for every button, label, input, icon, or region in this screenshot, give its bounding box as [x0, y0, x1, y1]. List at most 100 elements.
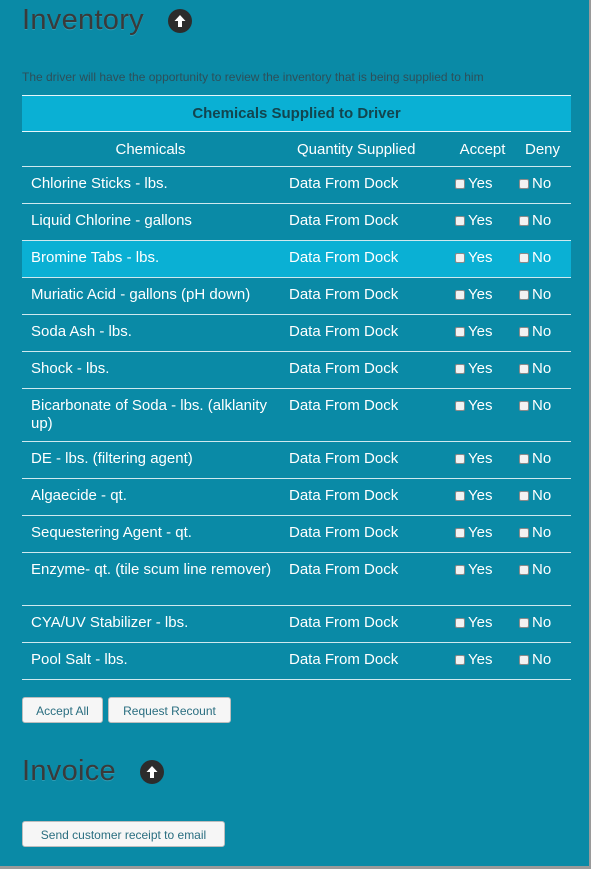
- quantity-supplied: Data From Dock: [279, 552, 451, 606]
- deny-checkbox[interactable]: No: [519, 651, 551, 668]
- deny-checkbox[interactable]: No: [519, 212, 551, 229]
- table-row: Chlorine Sticks - lbs. Data From Dock Yes N…: [22, 166, 572, 204]
- send-receipt-button[interactable]: Send customer receipt to email: [22, 821, 225, 847]
- checkbox-icon[interactable]: [519, 654, 529, 665]
- accept-checkbox[interactable]: Yes: [455, 212, 492, 229]
- deny-checkbox[interactable]: No: [519, 450, 551, 467]
- quantity-supplied: Data From Dock: [279, 388, 451, 442]
- checkbox-icon[interactable]: [455, 527, 465, 538]
- deny-label: No: [532, 323, 552, 340]
- accept-checkbox[interactable]: Yes: [455, 175, 492, 192]
- table-row: DE - lbs. (filtering agent) Data From Doc…: [22, 441, 572, 479]
- checkbox-icon[interactable]: [519, 564, 529, 575]
- checkbox-icon[interactable]: [455, 453, 465, 464]
- checkbox-icon[interactable]: [519, 453, 529, 464]
- table-caption: Chemicals Supplied to Driver: [22, 95, 572, 132]
- checkbox-icon[interactable]: [455, 289, 465, 300]
- checkbox-icon[interactable]: [455, 490, 465, 501]
- deny-checkbox[interactable]: No: [519, 286, 551, 303]
- inventory-header: Inventory: [22, 4, 192, 37]
- table-row: Liquid Chlorine - gallons Data From Dock Y…: [22, 203, 572, 241]
- deny-checkbox[interactable]: No: [519, 397, 551, 414]
- checkbox-icon[interactable]: [519, 527, 529, 538]
- checkbox-icon[interactable]: [519, 289, 529, 300]
- accept-checkbox[interactable]: Yes: [455, 323, 492, 340]
- table-row: Sequestering Agent - qt. Data From Dock Ye…: [22, 515, 572, 553]
- checkbox-icon[interactable]: [455, 363, 465, 374]
- deny-checkbox[interactable]: No: [519, 561, 551, 578]
- accept-label: Yes: [468, 397, 493, 414]
- checkbox-icon[interactable]: [519, 363, 529, 374]
- quantity-supplied: Data From Dock: [279, 478, 451, 516]
- accept-checkbox[interactable]: Yes: [455, 286, 492, 303]
- deny-checkbox[interactable]: No: [519, 175, 551, 192]
- accept-label: Yes: [468, 487, 493, 504]
- accept-checkbox[interactable]: Yes: [455, 360, 492, 377]
- arrow-up-circle-icon[interactable]: [140, 759, 164, 784]
- checkbox-icon[interactable]: [455, 178, 465, 189]
- quantity-supplied: Data From Dock: [279, 277, 451, 315]
- chemical-name: Sequestering Agent - qt.: [22, 515, 279, 553]
- deny-label: No: [532, 487, 552, 504]
- deny-checkbox[interactable]: No: [519, 524, 551, 541]
- table-row: Soda Ash - lbs. Data From Dock Yes No: [22, 314, 572, 352]
- accept-label: Yes: [468, 450, 493, 467]
- checkbox-icon[interactable]: [455, 252, 465, 263]
- chemical-name: DE - lbs. (filtering agent): [22, 441, 279, 479]
- checkbox-icon[interactable]: [455, 564, 465, 575]
- deny-label: No: [532, 175, 552, 192]
- checkbox-icon[interactable]: [519, 400, 529, 411]
- accept-checkbox[interactable]: Yes: [455, 487, 492, 504]
- checkbox-icon[interactable]: [519, 326, 529, 337]
- arrow-up-circle-icon[interactable]: [168, 8, 192, 33]
- accept-checkbox[interactable]: Yes: [455, 614, 492, 631]
- checkbox-icon[interactable]: [455, 400, 465, 411]
- deny-checkbox[interactable]: No: [519, 323, 551, 340]
- accept-label: Yes: [468, 249, 493, 266]
- accept-checkbox[interactable]: Yes: [455, 450, 492, 467]
- column-header-chemicals: Chemicals: [22, 131, 279, 167]
- accept-all-button[interactable]: Accept All: [22, 697, 103, 723]
- accept-checkbox[interactable]: Yes: [455, 397, 492, 414]
- checkbox-icon[interactable]: [519, 215, 529, 226]
- accept-label: Yes: [468, 651, 493, 668]
- accept-checkbox[interactable]: Yes: [455, 249, 492, 266]
- checkbox-icon[interactable]: [519, 178, 529, 189]
- deny-label: No: [532, 397, 552, 414]
- chemical-name: Enzyme- qt. (tile scum line remover): [22, 552, 279, 606]
- checkbox-icon[interactable]: [455, 654, 465, 665]
- accept-checkbox[interactable]: Yes: [455, 651, 492, 668]
- checkbox-icon[interactable]: [519, 617, 529, 628]
- checkbox-icon[interactable]: [455, 617, 465, 628]
- deny-checkbox[interactable]: No: [519, 487, 551, 504]
- quantity-supplied: Data From Dock: [279, 642, 451, 680]
- inventory-description: The driver will have the opportunity to …: [22, 70, 484, 84]
- chemical-name: Soda Ash - lbs.: [22, 314, 279, 352]
- quantity-supplied: Data From Dock: [279, 351, 451, 389]
- invoice-header: Invoice: [22, 755, 164, 788]
- column-header-quantity: Quantity Supplied: [279, 131, 451, 167]
- accept-label: Yes: [468, 614, 493, 631]
- deny-checkbox[interactable]: No: [519, 614, 551, 631]
- deny-checkbox[interactable]: No: [519, 249, 551, 266]
- deny-checkbox[interactable]: No: [519, 360, 551, 377]
- chemical-name: Pool Salt - lbs.: [22, 642, 279, 680]
- accept-label: Yes: [468, 286, 493, 303]
- column-header-deny: Deny: [514, 131, 572, 167]
- deny-label: No: [532, 561, 552, 578]
- chemical-name: Bicarbonate of Soda - lbs. (alklanity up…: [22, 388, 279, 442]
- checkbox-icon[interactable]: [455, 215, 465, 226]
- deny-label: No: [532, 212, 552, 229]
- chemical-name: Algaecide - qt.: [22, 478, 279, 516]
- accept-checkbox[interactable]: Yes: [455, 561, 492, 578]
- inventory-title: Inventory: [22, 4, 144, 36]
- checkbox-icon[interactable]: [519, 252, 529, 263]
- checkbox-icon[interactable]: [519, 490, 529, 501]
- quantity-supplied: Data From Dock: [279, 441, 451, 479]
- checkbox-icon[interactable]: [455, 326, 465, 337]
- accept-checkbox[interactable]: Yes: [455, 524, 492, 541]
- table-row: CYA/UV Stabilizer - lbs. Data From Dock Ye…: [22, 605, 572, 643]
- request-recount-button[interactable]: Request Recount: [108, 697, 231, 723]
- chemical-name: CYA/UV Stabilizer - lbs.: [22, 605, 279, 643]
- invoice-title: Invoice: [22, 755, 116, 787]
